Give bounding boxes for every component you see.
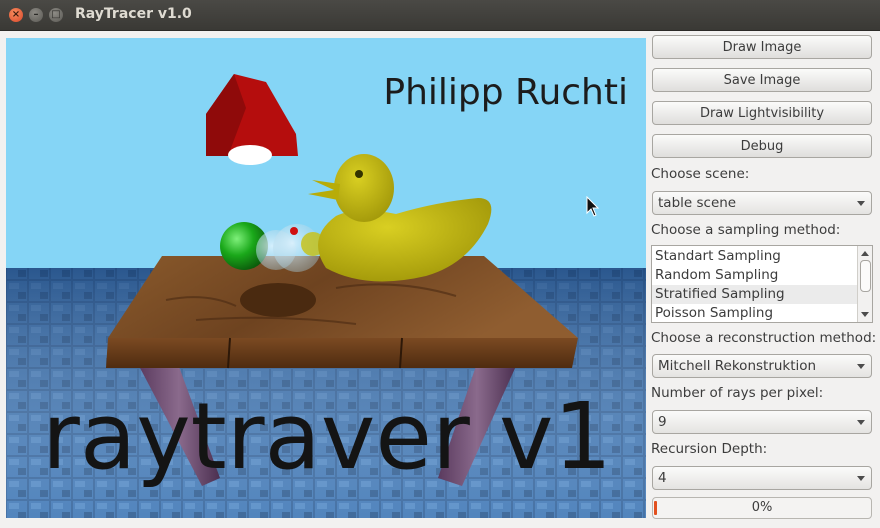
render-canvas[interactable]: Philipp Ruchti raytraver v1 <box>6 38 646 518</box>
application-window: × – □ RayTracer v1.0 Philipp Ruchti rayt… <box>0 0 880 528</box>
title-bar[interactable]: × – □ RayTracer v1.0 <box>0 0 880 31</box>
chevron-down-icon <box>857 201 865 206</box>
debug-button[interactable]: Debug <box>652 134 872 158</box>
recursion-label: Recursion Depth: <box>651 441 768 457</box>
mouse-cursor-icon <box>586 196 600 217</box>
scroll-up-icon[interactable] <box>861 251 869 256</box>
progress-text: 0% <box>751 500 773 515</box>
minimize-icon[interactable]: – <box>29 8 43 22</box>
window-title: RayTracer v1.0 <box>75 6 192 22</box>
rays-select[interactable]: 9 <box>652 410 872 434</box>
list-item[interactable]: Poisson Sampling <box>652 304 858 322</box>
list-item[interactable]: Random Sampling <box>652 266 858 285</box>
list-item-selected[interactable]: Stratified Sampling <box>652 285 858 304</box>
sampling-label: Choose a sampling method: <box>651 222 841 238</box>
reconstruction-label: Choose a reconstruction method: <box>651 330 877 346</box>
overlay-text: raytraver v1 <box>42 383 612 490</box>
rays-select-value: 9 <box>658 414 667 430</box>
recursion-select[interactable]: 4 <box>652 466 872 490</box>
scene-label: Choose scene: <box>651 166 750 182</box>
draw-image-button[interactable]: Draw Image <box>652 35 872 59</box>
chevron-down-icon <box>857 476 865 481</box>
sampling-scrollbar[interactable] <box>857 246 872 322</box>
progress-bar: 0% <box>652 497 872 519</box>
rendered-scene-image: Philipp Ruchti raytraver v1 <box>6 38 646 518</box>
list-item[interactable]: Standart Sampling <box>652 247 858 266</box>
scene-select[interactable]: table scene <box>652 191 872 215</box>
maximize-icon[interactable]: □ <box>49 8 63 22</box>
save-image-button[interactable]: Save Image <box>652 68 872 92</box>
draw-lightvisibility-button[interactable]: Draw Lightvisibility <box>652 101 872 125</box>
reconstruction-select-value: Mitchell Rekonstruktion <box>658 358 817 374</box>
chevron-down-icon <box>857 364 865 369</box>
scene-select-value: table scene <box>658 195 737 211</box>
scroll-thumb[interactable] <box>860 260 871 292</box>
scroll-down-icon[interactable] <box>861 312 869 317</box>
author-text: Philipp Ruchti <box>383 72 628 113</box>
rays-label: Number of rays per pixel: <box>651 385 824 401</box>
close-icon[interactable]: × <box>9 8 23 22</box>
chevron-down-icon <box>857 420 865 425</box>
recursion-select-value: 4 <box>658 470 667 486</box>
reconstruction-select[interactable]: Mitchell Rekonstruktion <box>652 354 872 378</box>
sampling-list[interactable]: Standart Sampling Random Sampling Strati… <box>651 245 873 323</box>
